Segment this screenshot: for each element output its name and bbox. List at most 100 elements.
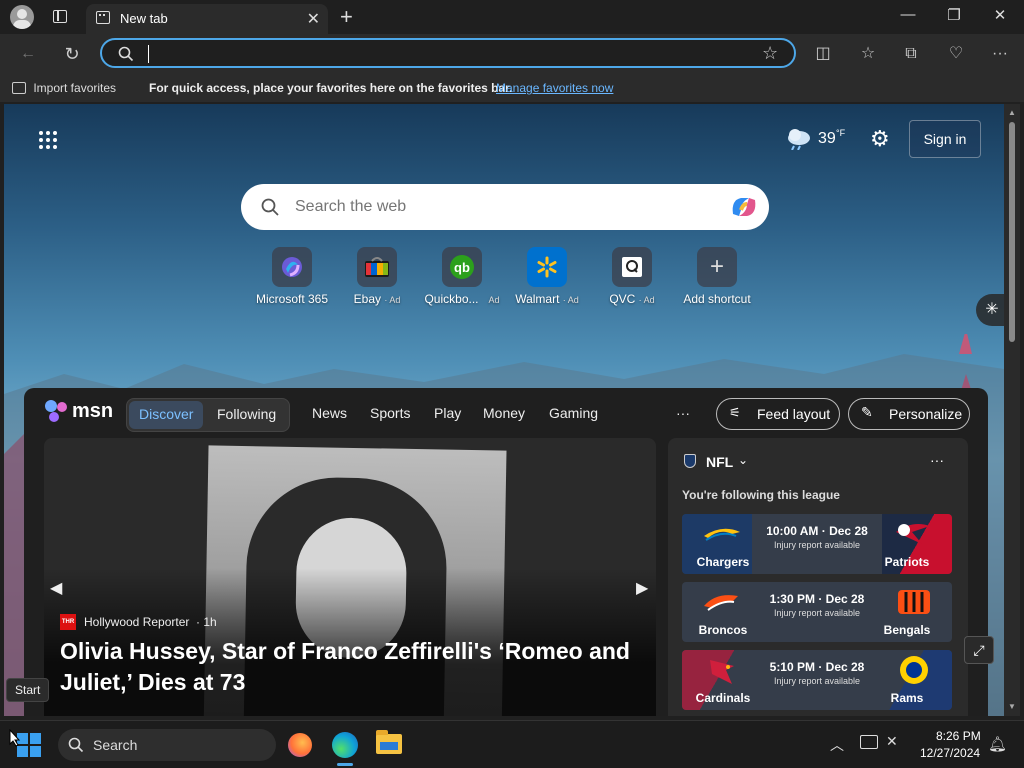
back-arrow-icon[interactable]: ← — [16, 42, 40, 66]
file-explorer-icon[interactable] — [376, 730, 402, 754]
collections-icon[interactable]: ⧉ — [899, 42, 923, 66]
ebay-bag-icon — [365, 257, 389, 277]
web-search-box[interactable] — [241, 184, 769, 230]
tab-sports[interactable]: Sports — [370, 405, 410, 421]
manage-favorites-link[interactable]: Manage favorites now — [496, 81, 613, 95]
article-source[interactable]: Hollywood Reporter — [84, 615, 189, 629]
feed-layout-button[interactable]: ⚟ Feed layout — [716, 398, 840, 430]
ad-badge: Ad — [488, 295, 500, 305]
favorites-icon[interactable]: ☆ — [856, 42, 880, 66]
ad-badge: · Ad — [384, 295, 401, 305]
shortcut-quickbooks[interactable]: qb Quickbo... Ad — [422, 247, 502, 306]
scroll-down-icon[interactable]: ▼ — [1008, 702, 1016, 711]
close-tab-icon[interactable]: ✕ — [307, 9, 320, 29]
taskbar-search[interactable]: Search — [58, 729, 276, 761]
import-favorites-label: Import favorites — [33, 81, 117, 95]
copilot-sparkle-button[interactable]: ✳ — [976, 294, 1004, 326]
shortcut-qvc[interactable]: QVC · Ad — [592, 247, 672, 306]
game-row[interactable]: Chargers Patriots 10:00 AM · Dec 28 Inju… — [682, 514, 952, 574]
title-bar: New tab ✕ + — ❐ ✕ — [0, 0, 1024, 34]
clock-date[interactable]: 12/27/2024 — [920, 746, 980, 760]
nfl-title[interactable]: NFL — [706, 454, 733, 470]
tab-title: New tab — [120, 11, 168, 26]
game-row[interactable]: Cardinals Rams 5:10 PM · Dec 28 Injury r… — [682, 650, 952, 710]
tab-gaming[interactable]: Gaming — [549, 405, 598, 421]
profile-avatar[interactable] — [10, 5, 34, 29]
sparkle-pen-icon: ✎ — [861, 404, 873, 420]
article-headline[interactable]: Olivia Hussey, Star of Franco Zeffirelli… — [60, 636, 640, 698]
carousel-prev-icon[interactable]: ◀ — [50, 578, 62, 598]
more-tabs-icon[interactable]: ··· — [676, 405, 690, 421]
address-input[interactable] — [148, 45, 708, 63]
game-status: Injury report available — [773, 540, 861, 550]
show-hidden-icons[interactable]: ︿ — [830, 735, 844, 755]
expand-icon[interactable]: ⤢ — [964, 636, 994, 664]
shortcut-add[interactable]: + Add shortcut — [677, 247, 757, 306]
navigation-bar: ← ↻ ☆ ◫ ☆ ⧉ ♡ ··· — [0, 34, 1024, 74]
page-settings-gear-icon[interactable]: ⚙ — [870, 126, 890, 152]
address-bar[interactable]: ☆ — [100, 38, 796, 68]
nfl-more-icon[interactable]: ··· — [930, 452, 944, 468]
carousel-next-icon[interactable]: ▶ — [636, 578, 648, 598]
favorite-star-icon[interactable]: ☆ — [762, 43, 778, 64]
edge-active-indicator — [337, 763, 353, 766]
shortcut-walmart[interactable]: Walmart · Ad — [507, 247, 587, 306]
firefox-icon[interactable] — [288, 733, 312, 757]
refresh-icon[interactable]: ↻ — [60, 42, 84, 66]
chevron-down-icon[interactable]: ⌄ — [738, 453, 748, 467]
tab-play[interactable]: Play — [434, 405, 461, 421]
notification-bell-icon[interactable]: 🔔︎ — [988, 735, 1007, 753]
patriots-logo-icon — [896, 524, 930, 544]
tab-money[interactable]: Money — [483, 405, 525, 421]
hero-article-card[interactable]: ◀ ▶ THR Hollywood Reporter · 1h Olivia H… — [44, 438, 656, 716]
volume-muted-icon[interactable]: ✕ — [886, 733, 898, 750]
import-icon — [12, 82, 26, 94]
shortcut-ebay[interactable]: Ebay · Ad — [337, 247, 417, 306]
nfl-card: NFL ⌄ ··· You're following this league C… — [668, 438, 968, 716]
copilot-icon[interactable] — [729, 194, 759, 220]
shortcut-microsoft-365[interactable]: Microsoft 365 — [252, 247, 332, 306]
chargers-logo-icon — [704, 528, 740, 541]
edge-icon[interactable] — [332, 732, 358, 758]
away-team: Rams — [890, 691, 924, 705]
weather-temperature: 39 — [818, 130, 836, 147]
tab-actions-icon[interactable] — [53, 10, 67, 23]
shortcut-label: QVC — [609, 292, 636, 306]
personalize-button[interactable]: ✎ Personalize — [848, 398, 970, 430]
tab-new-tab[interactable]: New tab ✕ — [86, 4, 328, 34]
new-tab-plus-icon[interactable]: + — [340, 4, 353, 30]
sign-in-button[interactable]: Sign in — [909, 120, 981, 158]
import-favorites-button[interactable]: Import favorites — [12, 81, 116, 95]
settings-more-icon[interactable]: ··· — [988, 42, 1012, 66]
minimize-icon[interactable]: — — [898, 6, 918, 23]
cloud-rain-icon — [788, 129, 810, 150]
clock-time[interactable]: 8:26 PM — [936, 729, 981, 743]
search-icon — [261, 198, 279, 216]
web-search-input[interactable] — [295, 196, 695, 218]
away-team: Patriots — [884, 555, 930, 569]
game-time: 1:30 PM · Dec 28 — [769, 592, 865, 606]
close-window-icon[interactable]: ✕ — [990, 6, 1010, 24]
scroll-up-icon[interactable]: ▲ — [1008, 108, 1016, 117]
browser-essentials-icon[interactable]: ♡ — [944, 42, 968, 66]
article-age: · 1h — [196, 615, 217, 629]
rams-logo-icon — [900, 656, 928, 684]
game-row[interactable]: Broncos Bengals 1:30 PM · Dec 28 Injury … — [682, 582, 952, 642]
msn-feed: msn Discover Following News Sports Play … — [24, 388, 988, 716]
split-screen-icon[interactable]: ◫ — [811, 42, 835, 66]
shortcut-label: Add shortcut — [683, 292, 751, 306]
taskbar: Search ︿ ✕ 8:26 PM 12/27/2024 🔔︎ — [0, 720, 1024, 768]
page-scrollbar[interactable]: ▲ ▼ — [1004, 104, 1020, 716]
shortcut-label: Ebay — [353, 292, 381, 306]
tab-following[interactable]: Following — [217, 406, 276, 422]
favorites-hint: For quick access, place your favorites h… — [149, 81, 513, 95]
tab-news[interactable]: News — [312, 405, 347, 421]
shortcut-label: Quickbo... — [424, 292, 479, 306]
quickbooks-icon: qb — [450, 255, 474, 279]
apps-launcher-icon[interactable] — [38, 130, 58, 150]
scrollbar-thumb[interactable] — [1009, 122, 1015, 342]
home-team: Chargers — [696, 555, 750, 569]
restore-icon[interactable]: ❐ — [944, 6, 964, 24]
home-team: Broncos — [698, 623, 748, 637]
network-icon[interactable] — [860, 735, 878, 749]
